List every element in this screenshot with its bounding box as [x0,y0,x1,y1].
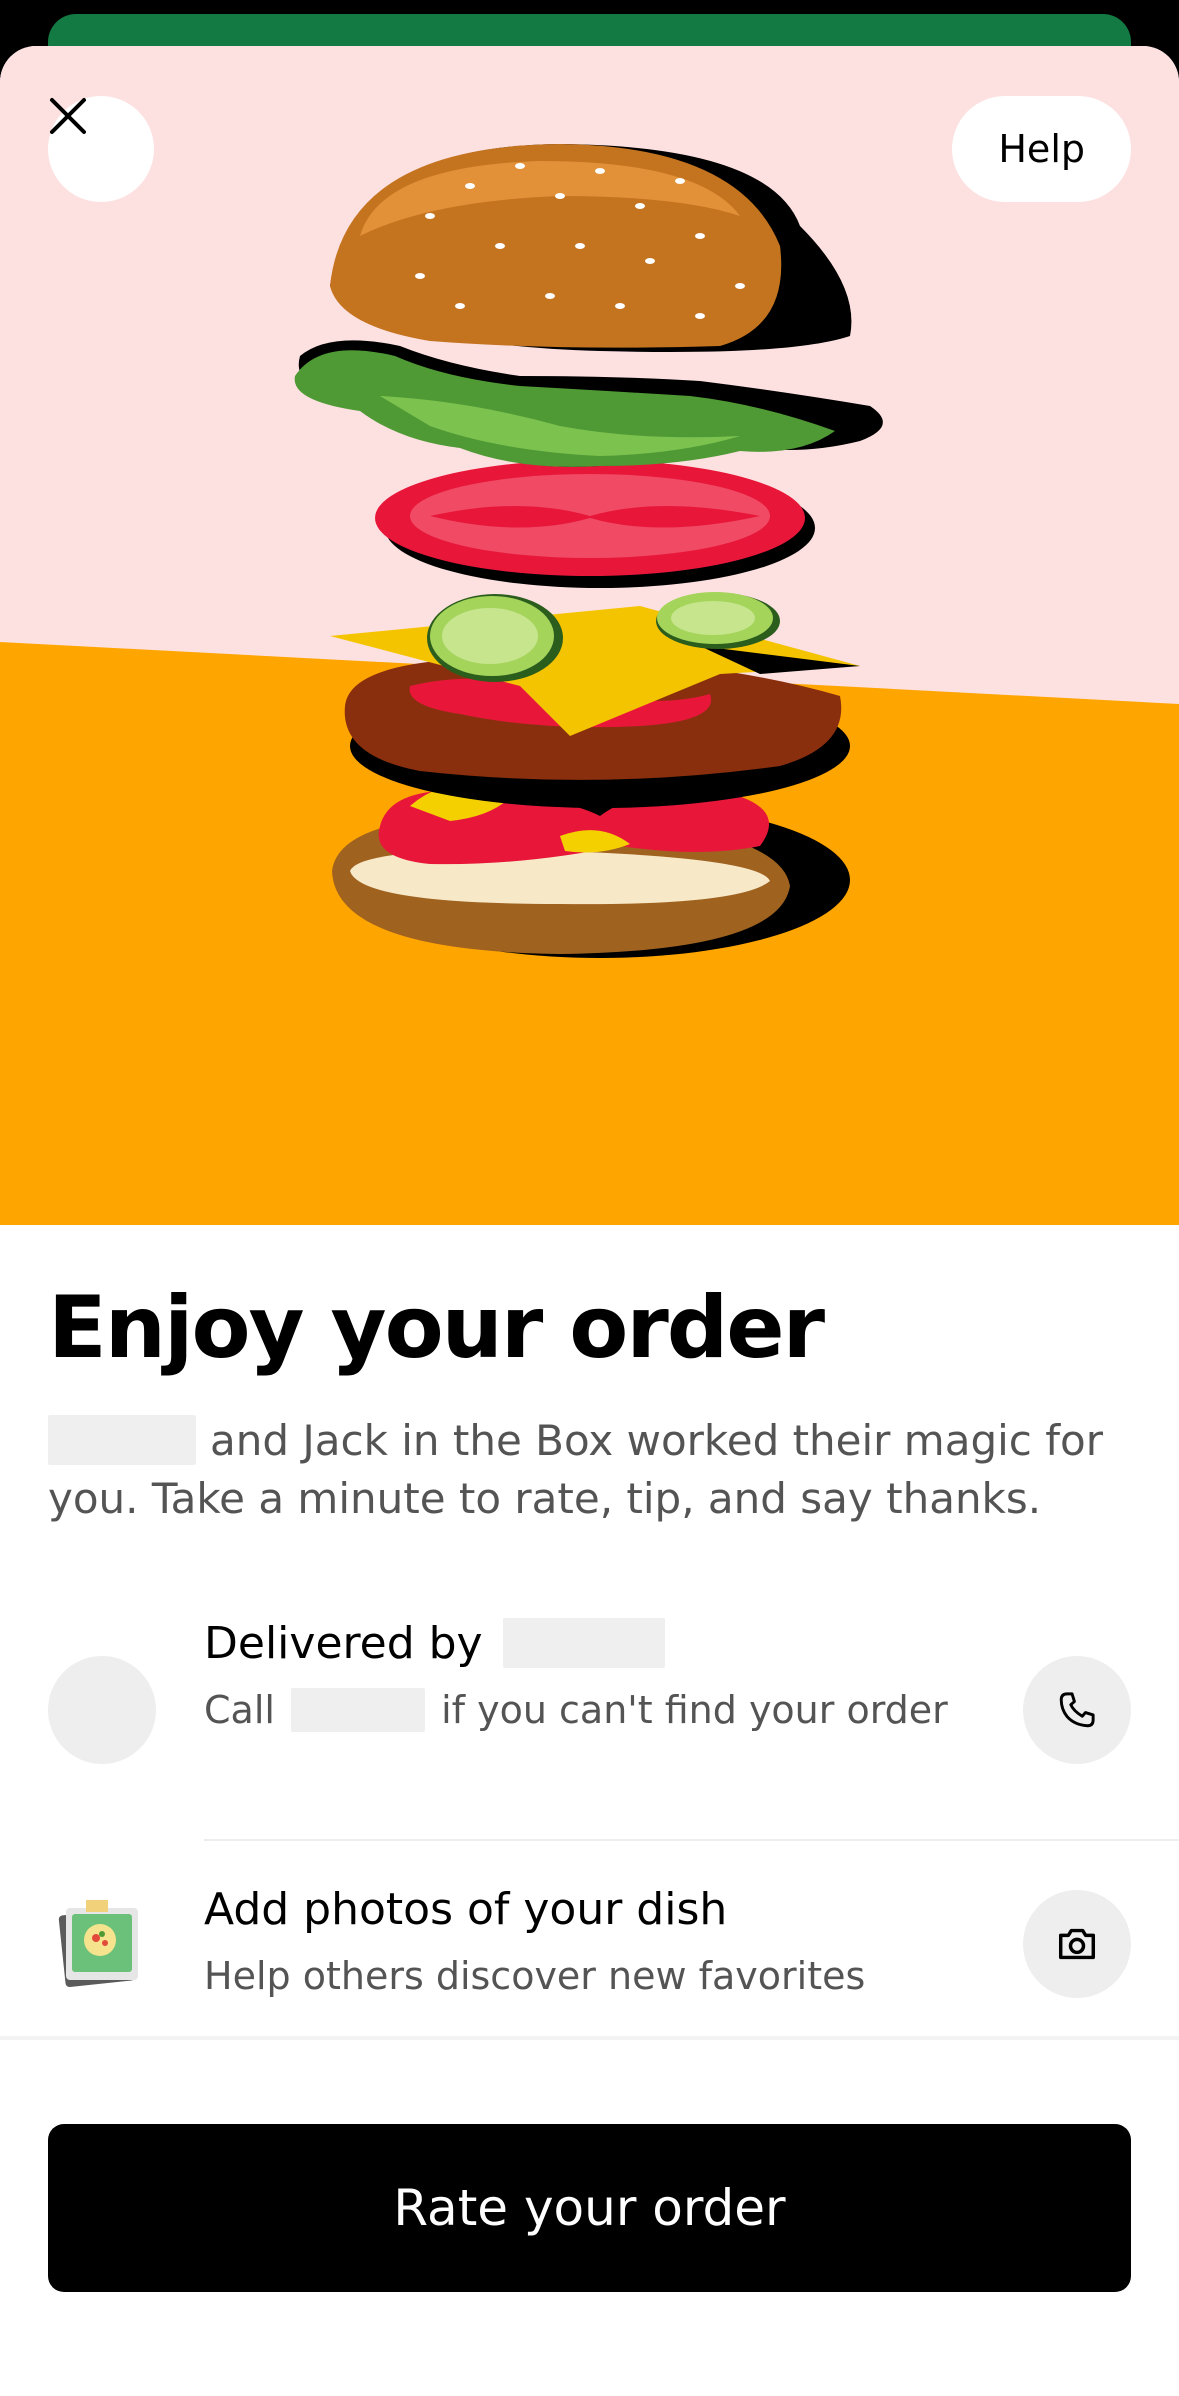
redacted-courier-name [502,1618,665,1668]
order-complete-sheet: Help Enjoy your order and Jack in the Bo… [0,46,1179,2396]
dish-photo-illustration [56,1894,146,1994]
photos-subtitle: Help others discover new favorites [204,1954,866,1998]
redacted-courier-name [48,1414,196,1465]
close-icon [50,98,86,134]
photos-title: Add photos of your dish [204,1884,728,1935]
photo-stack-icon [58,1900,138,1987]
footer-divider [0,2036,1179,2040]
rate-order-button[interactable]: Rate your order [48,2124,1131,2292]
call-courier-button[interactable] [1023,1656,1131,1764]
page-title: Enjoy your order [48,1278,825,1378]
camera-icon [1058,1928,1096,1960]
phone-icon [1059,1692,1095,1728]
courier-title-prefix: Delivered by [204,1618,483,1669]
call-prefix: Call [204,1688,275,1732]
add-photo-button[interactable] [1023,1890,1131,1998]
burger-hero-illustration: Help [0,46,1179,1225]
page-subtitle: and Jack in the Box worked their magic f… [48,1412,1138,1528]
page: Help Enjoy your order and Jack in the Bo… [0,0,1179,2396]
row-divider [204,1839,1179,1841]
burger-illustration [0,46,1179,1225]
courier-avatar [48,1656,156,1764]
courier-call-hint: Call if you can't find your order [204,1687,948,1732]
close-button[interactable] [48,96,154,202]
subtitle-text: and Jack in the Box worked their magic f… [48,1416,1103,1523]
redacted-courier-name-short [291,1687,426,1732]
call-suffix: if you can't find your order [441,1688,948,1732]
help-button[interactable]: Help [952,96,1131,202]
courier-title: Delivered by [204,1618,665,1669]
